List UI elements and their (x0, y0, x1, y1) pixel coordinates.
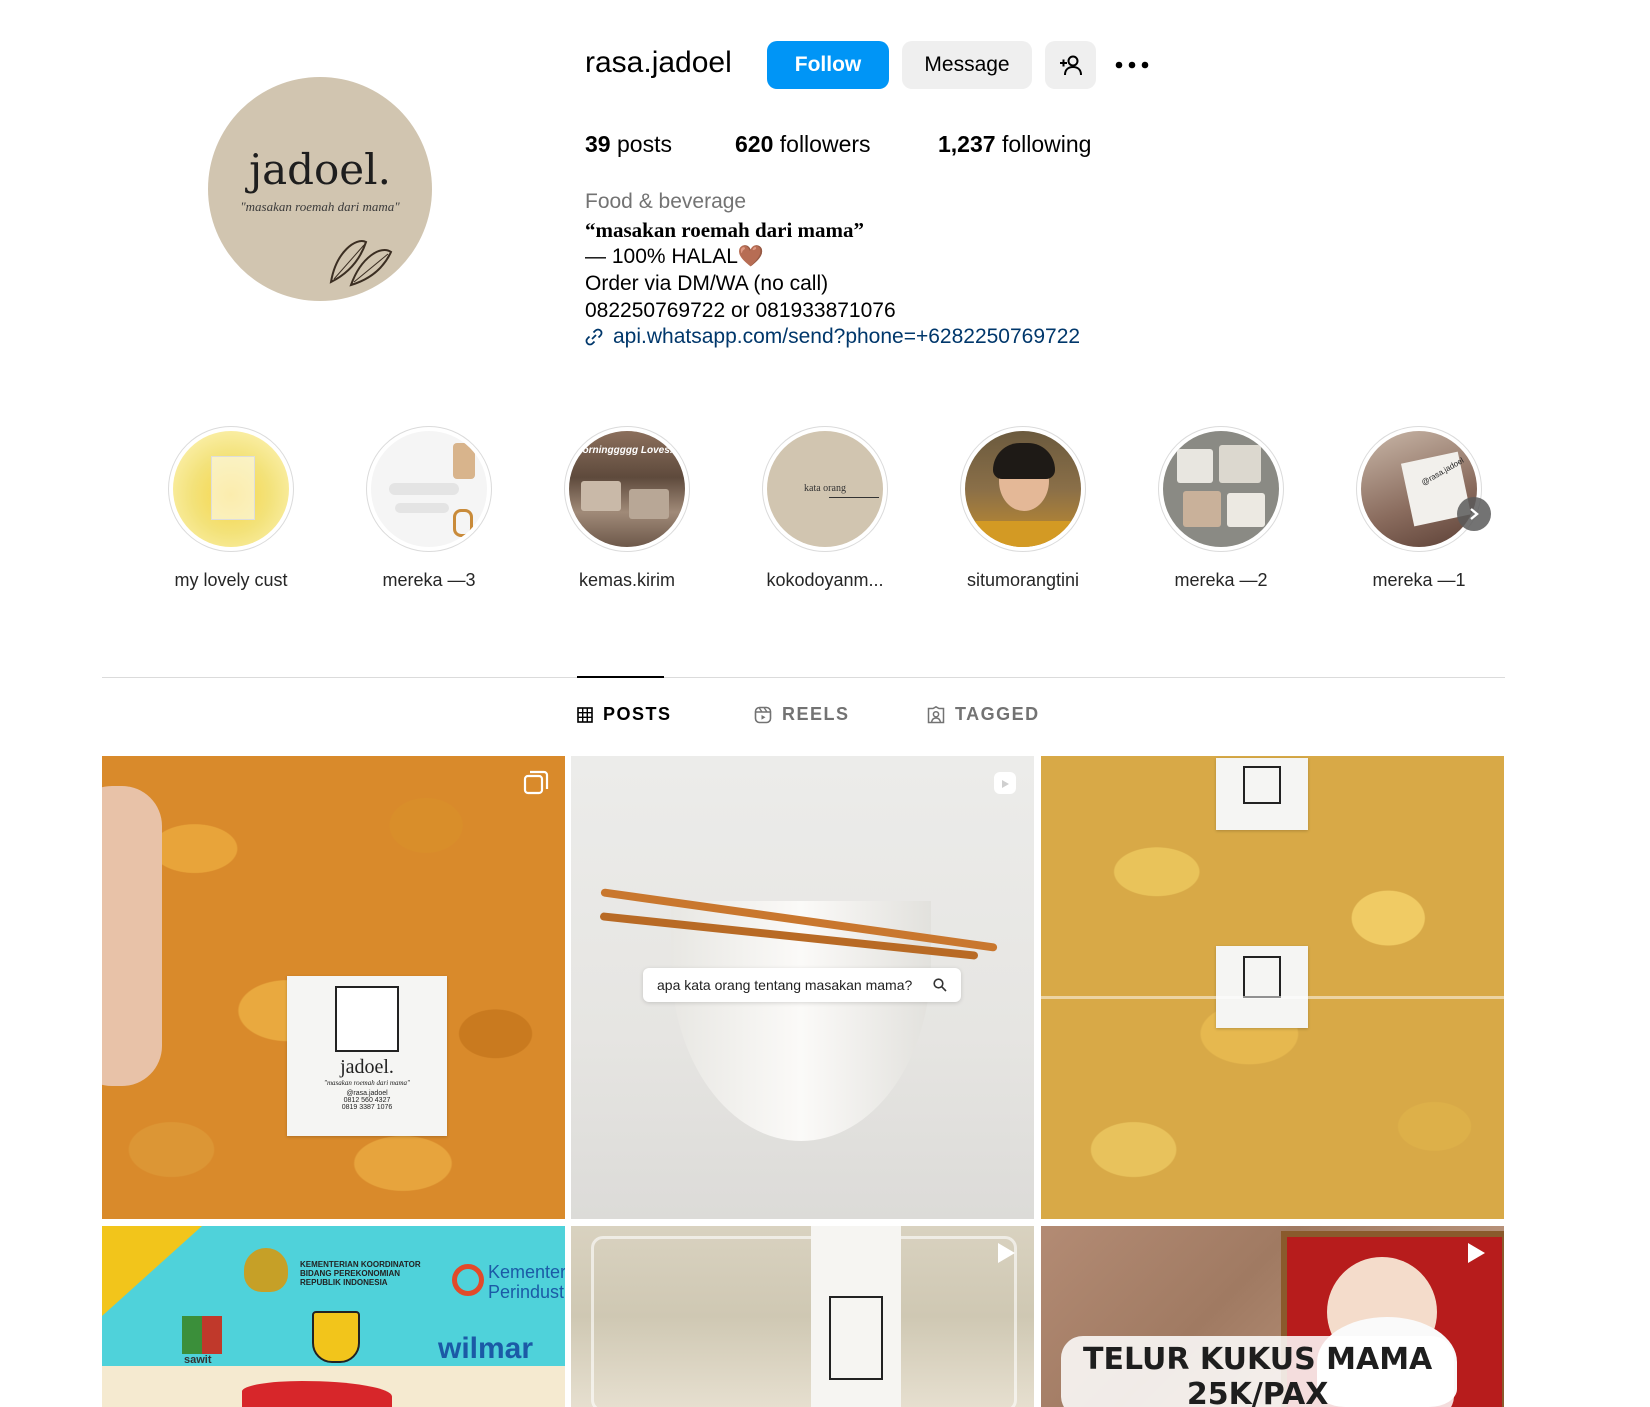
carousel-icon (523, 770, 549, 801)
bio-line: Order via DM/WA (no call) (585, 272, 829, 295)
highlight-label: mereka —3 (382, 570, 476, 590)
avatar-logo-text: jadoel. (249, 145, 391, 194)
container-lid (591, 1236, 1017, 1407)
reels-icon (992, 770, 1018, 801)
reels-icon (754, 706, 772, 723)
sawit-logo-icon (182, 1316, 222, 1354)
highlight-label: kemas.kirim (578, 570, 675, 590)
highlight-overlay-text: kata orang (804, 483, 846, 494)
highlight-my-lovely-cust[interactable]: my lovely cust (166, 426, 296, 591)
post-tile[interactable] (1041, 756, 1504, 1219)
chef-illustration-icon (1243, 766, 1281, 804)
bio-line: 082250769722 or 081933871076 (585, 299, 896, 322)
ellipsis-icon (1115, 61, 1149, 69)
leaf-illustration-icon (329, 240, 393, 287)
active-tab-indicator (577, 676, 664, 678)
label-title: jadoel. (340, 1056, 394, 1078)
profile-avatar[interactable]: jadoel. "masakan roemah dari mama" (208, 77, 432, 301)
highlight-mereka-3[interactable]: mereka —3 (364, 426, 494, 591)
tabs-divider (102, 677, 1505, 678)
highlight-label: my lovely cust (174, 570, 288, 590)
highlight-mereka-2[interactable]: mereka —2 (1156, 426, 1286, 591)
gear-logo-icon (452, 1264, 484, 1296)
highlights-next-button[interactable] (1457, 497, 1491, 531)
label-subtitle: "masakan roemah dari mama" (324, 1079, 410, 1087)
followers-link[interactable]: 620 followers (735, 131, 871, 158)
tagged-icon (927, 705, 945, 723)
profile-username: rasa.jadoel (585, 46, 732, 79)
post-tile[interactable]: jadoel. "masakan roemah dari mama" @rasa… (102, 756, 565, 1219)
highlight-label: situmorangtini (966, 570, 1080, 590)
tab-tagged[interactable]: TAGGED (927, 704, 1040, 725)
suggest-user-button[interactable] (1045, 41, 1096, 89)
follow-button[interactable]: Follow (767, 41, 889, 89)
product-label (1216, 946, 1308, 1028)
chef-illustration-icon (335, 986, 399, 1052)
highlight-situmorangtini[interactable]: situmorangtini (958, 426, 1088, 591)
label-handle: @rasa.jadoel (346, 1090, 388, 1097)
badge-emblem-icon (312, 1311, 360, 1363)
chef-illustration-icon (1243, 956, 1281, 998)
tab-label: TAGGED (955, 704, 1040, 724)
post-tile[interactable]: apa kata orang tentang masakan mama? (571, 756, 1034, 1219)
posts-count: 39 posts (585, 131, 672, 157)
video-icon (992, 1240, 1018, 1271)
search-sticker-text: apa kata orang tentang masakan mama? (657, 977, 913, 993)
search-sticker: apa kata orang tentang masakan mama? (643, 968, 961, 1002)
product-label (811, 1226, 901, 1407)
tab-label: POSTS (603, 704, 672, 724)
following-link[interactable]: 1,237 following (938, 131, 1091, 158)
bio-line: — 100% HALAL🤎 (585, 245, 765, 268)
chevron-right-icon (1470, 508, 1479, 520)
post-tile[interactable]: KEMENTERIAN KOORDINATOR BIDANG PEREKONOM… (102, 1226, 565, 1407)
search-icon (933, 978, 947, 992)
product-label (1216, 758, 1308, 830)
bio-link-text[interactable]: api.whatsapp.com/send?phone=+62822507697… (613, 325, 1080, 349)
tab-reels[interactable]: REELS (754, 704, 850, 725)
highlight-kemas-kirim[interactable]: Morninggggg Loves!!! kemas.kirim (562, 426, 692, 591)
ministry-text: Perindust (488, 1282, 565, 1302)
grid-icon (577, 706, 593, 723)
bio-line: “masakan roemah dari mama” (585, 218, 865, 242)
video-icon (1462, 1240, 1488, 1271)
highlight-label: mereka —1 (1372, 570, 1466, 590)
link-icon (585, 328, 603, 346)
highlight-label: mereka —2 (1174, 570, 1268, 590)
bag-seam (1041, 996, 1504, 999)
label-phone: 0819 3387 1076 (341, 1104, 393, 1111)
banner-corner (102, 1226, 202, 1316)
chef-illustration-icon (829, 1296, 883, 1380)
product-label: jadoel. "masakan roemah dari mama" @rasa… (287, 976, 447, 1136)
sawit-logo-text: sawit (184, 1354, 212, 1366)
highlight-label: kokodoyanm... (766, 570, 884, 590)
ministry-text: Kementer (488, 1262, 565, 1282)
highlight-overlay-text: Morninggggg Loves!!! (574, 445, 680, 456)
tab-posts[interactable]: POSTS (577, 704, 672, 725)
tab-label: REELS (782, 704, 850, 724)
avatar-logo-subtitle: "masakan roemah dari mama" (240, 199, 400, 214)
more-options-button[interactable] (1112, 48, 1152, 82)
post-tile[interactable]: TELUR KUKUS MAMA 25K/PAX (1041, 1226, 1504, 1407)
post-caption: TELUR KUKUS MAMA 25K/PAX (1061, 1336, 1455, 1407)
label-phone: 0812 560 4327 (343, 1097, 391, 1104)
post-tile[interactable] (571, 1226, 1034, 1407)
hand-shape (102, 786, 162, 1086)
bio-link[interactable]: api.whatsapp.com/send?phone=+62822507697… (585, 325, 1080, 349)
person-plus-icon (1059, 55, 1082, 76)
wilmar-logo-text: wilmar (438, 1332, 534, 1365)
message-button[interactable]: Message (902, 41, 1032, 89)
banner-ministry-text: KEMENTERIAN KOORDINATOR BIDANG PEREKONOM… (300, 1260, 421, 1287)
highlight-kokodoyan[interactable]: kata orang kokodoyanm... (760, 426, 890, 591)
garuda-emblem-icon (244, 1248, 288, 1292)
profile-category: Food & beverage (585, 190, 747, 213)
